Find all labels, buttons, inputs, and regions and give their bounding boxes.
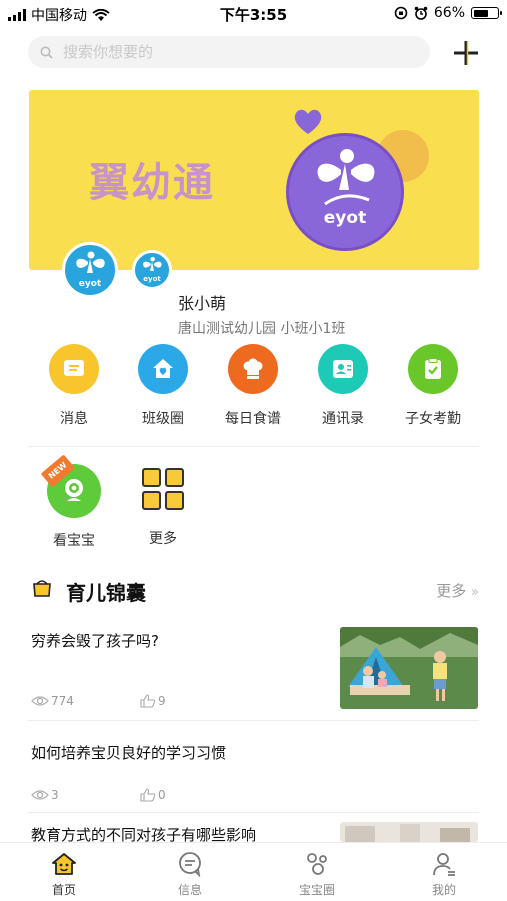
section-more-label: 更多 (436, 582, 467, 600)
section-title: 育儿锦囊 (66, 581, 146, 605)
alarm-icon (414, 6, 428, 20)
double-chevron-right-icon: » (471, 585, 479, 600)
tab-messages[interactable]: 信息 (150, 851, 230, 898)
status-bar: 中国移动 下午3:55 66% (0, 0, 507, 28)
tab-profile[interactable]: 我的 (404, 851, 484, 898)
avatar[interactable]: eyot (62, 242, 118, 298)
tab-baby-circle[interactable]: 宝宝圈 (277, 851, 357, 898)
clipboard-check-icon (408, 344, 458, 394)
banner-title: 翼幼通 (89, 159, 215, 206)
battery-percent: 66% (433, 5, 465, 21)
search-icon (40, 46, 53, 59)
menu-item-more[interactable]: 更多 (123, 466, 203, 548)
thumbs-up-icon (140, 694, 156, 708)
home-icon (52, 853, 76, 875)
tab-home[interactable]: 首页 (24, 851, 104, 898)
add-button[interactable] (449, 36, 483, 70)
eye-icon (31, 696, 49, 706)
like-count[interactable]: 0 (140, 788, 166, 802)
menu-item-watch-baby[interactable]: NEW 看宝宝 (34, 454, 114, 550)
user-name: 张小萌 (178, 294, 227, 313)
view-count: 774 (31, 694, 74, 708)
menu-label: 看宝宝 (53, 533, 95, 549)
menu-label: 通讯录 (322, 411, 364, 427)
user-school: 唐山测试幼儿园 小班小1班 (178, 321, 346, 337)
search-input[interactable] (61, 42, 405, 62)
status-right: 66% (394, 5, 502, 21)
article-thumbnail[interactable] (340, 822, 478, 842)
menu-label: 消息 (60, 411, 88, 427)
chat-bubble-icon (179, 852, 201, 877)
article-item[interactable]: 教育方式的不同对孩子有哪些影响 (0, 814, 507, 844)
menu-item-attendance[interactable]: 子女考勤 (393, 344, 473, 428)
like-count-value: 0 (158, 788, 166, 802)
view-count-value: 3 (51, 788, 59, 802)
battery-icon (471, 7, 502, 19)
contact-card-icon (318, 344, 368, 394)
menu-item-message[interactable]: 消息 (34, 344, 114, 428)
article-thumbnail[interactable] (340, 627, 478, 709)
eye-icon (31, 790, 49, 800)
search-bar[interactable] (28, 36, 430, 68)
menu-item-daily-recipe[interactable]: 每日食谱 (213, 344, 293, 428)
chef-hat-icon (228, 344, 278, 394)
article-item[interactable]: 如何培养宝贝良好的学习习惯 3 0 (0, 730, 507, 810)
like-count-value: 9 (158, 694, 166, 708)
article-title: 如何培养宝贝良好的学习习惯 (31, 744, 227, 762)
house-heart-icon (138, 344, 188, 394)
avatar-text: eyot (78, 279, 102, 289)
treasure-bag-icon (33, 580, 51, 597)
menu-label: 子女考勤 (405, 411, 461, 427)
avatar-text: eyot (143, 275, 161, 283)
person-icon (433, 853, 455, 876)
menu-item-class-circle[interactable]: 班级圈 (123, 344, 203, 428)
menu-label: 每日食谱 (225, 411, 281, 427)
orientation-lock-icon (394, 6, 408, 20)
divider (28, 720, 479, 721)
webcam-icon: NEW (40, 454, 101, 518)
article-title: 穷养会毁了孩子吗? (31, 632, 159, 650)
view-count: 3 (31, 788, 59, 802)
menu-label: 更多 (149, 531, 177, 547)
child-avatar[interactable]: eyot (132, 250, 172, 290)
message-icon (49, 344, 99, 394)
tab-label: 宝宝圈 (298, 883, 335, 897)
thumbs-up-icon (140, 788, 156, 802)
bottom-tab-bar: 首页 信息 宝宝圈 我的 (0, 842, 507, 901)
circles-icon (307, 853, 327, 875)
article-item[interactable]: 穷养会毁了孩子吗? 774 9 (0, 618, 507, 718)
section-more-link[interactable]: 更多 » (436, 580, 479, 601)
divider (28, 812, 479, 813)
banner-logo-text: eyot (323, 208, 367, 228)
like-count[interactable]: 9 (140, 694, 166, 708)
divider (28, 446, 479, 447)
grid-icon (140, 466, 186, 512)
tab-label: 信息 (177, 883, 202, 897)
tab-label: 我的 (431, 883, 456, 897)
tab-label: 首页 (51, 883, 76, 897)
heart-icon (294, 109, 322, 134)
banner-logo: eyot (286, 133, 404, 251)
view-count-value: 774 (51, 694, 74, 708)
menu-item-contacts[interactable]: 通讯录 (303, 344, 383, 428)
menu-label: 班级圈 (142, 411, 184, 427)
